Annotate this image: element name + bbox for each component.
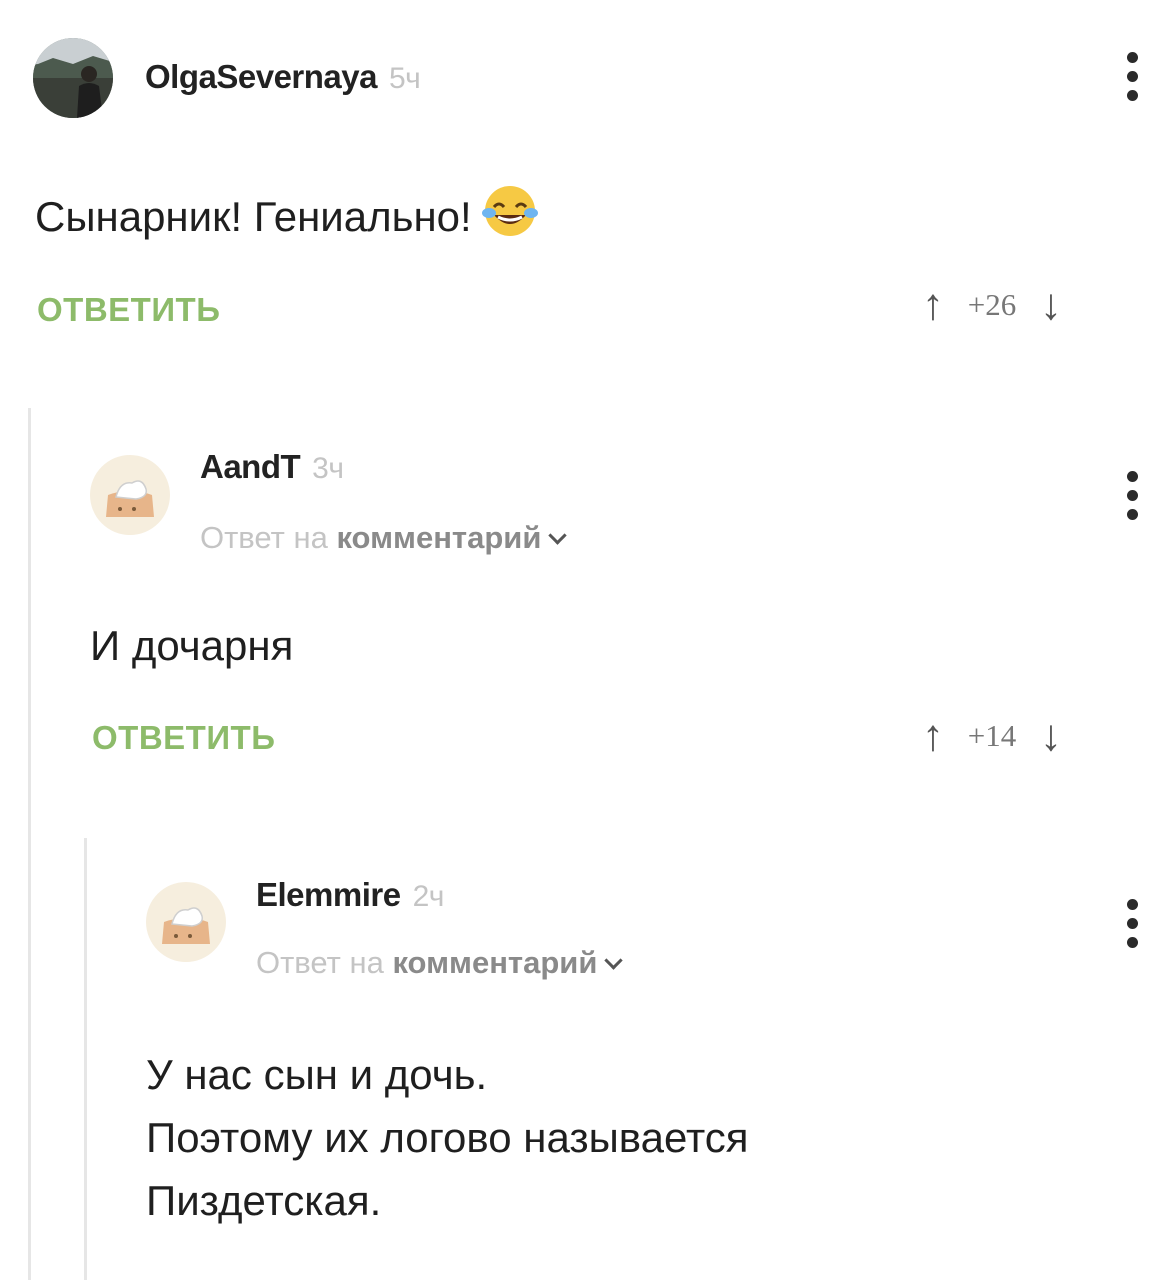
avatar[interactable] <box>90 455 170 535</box>
comment-time: 5ч <box>388 62 421 95</box>
upvote-arrow-icon[interactable]: ↑ <box>922 714 944 758</box>
comment-text: И дочарня <box>90 614 293 677</box>
author-name[interactable]: Elemmire <box>256 876 401 913</box>
more-vertical-icon[interactable] <box>1120 52 1144 101</box>
vote-controls: ↑ +14 ↓ <box>922 714 1062 758</box>
avatar-photo-icon <box>33 38 113 118</box>
comment-text: Сынарник! Гениально! <box>35 183 538 248</box>
comment-author[interactable]: OlgaSevernaya 5ч <box>145 58 421 96</box>
comment-line: Пиздетская. <box>146 1177 382 1224</box>
avatar[interactable] <box>146 882 226 962</box>
comment-line: Поэтому их логово называется <box>146 1114 749 1161</box>
chevron-down-icon[interactable] <box>548 526 568 545</box>
reply-button[interactable]: ОТВЕТИТЬ <box>92 719 275 757</box>
reply-to-prefix: Ответ на <box>200 520 328 555</box>
comment-line: Сынарник! Гениально! <box>35 193 472 240</box>
more-vertical-icon[interactable] <box>1120 471 1144 520</box>
default-avatar-icon <box>146 882 226 962</box>
vote-score: +26 <box>967 287 1017 322</box>
author-name[interactable]: AandT <box>200 448 301 485</box>
reply-to-target[interactable]: комментарий <box>392 945 597 980</box>
reply-to-prefix: Ответ на <box>256 945 384 980</box>
vote-score: +14 <box>967 718 1017 753</box>
comment-author[interactable]: AandT 3ч <box>200 448 344 486</box>
chevron-down-icon[interactable] <box>604 951 624 970</box>
downvote-arrow-icon[interactable]: ↓ <box>1040 283 1062 327</box>
comment-time: 3ч <box>312 452 344 485</box>
more-vertical-icon[interactable] <box>1120 899 1144 948</box>
reply-to-link[interactable]: Ответ на комментарий <box>256 945 624 981</box>
comment-text: У нас сын и дочь. Поэтому их логово назы… <box>146 1043 748 1232</box>
comment-time: 2ч <box>412 880 445 913</box>
reply-to-link[interactable]: Ответ на комментарий <box>200 520 568 556</box>
author-name[interactable]: OlgaSevernaya <box>145 58 377 95</box>
comment-line: И дочарня <box>90 622 294 669</box>
reply-button[interactable]: ОТВЕТИТЬ <box>37 291 220 329</box>
face-with-tears-of-joy-icon <box>481 186 538 236</box>
upvote-arrow-icon[interactable]: ↑ <box>922 283 944 327</box>
avatar[interactable] <box>33 38 113 118</box>
thread-line-level-1 <box>28 408 31 1280</box>
downvote-arrow-icon[interactable]: ↓ <box>1040 714 1062 758</box>
default-avatar-icon <box>90 455 170 535</box>
thread-line-level-2 <box>84 838 87 1280</box>
reply-to-target[interactable]: комментарий <box>336 520 541 555</box>
vote-controls: ↑ +26 ↓ <box>922 283 1062 327</box>
comment-line: У нас сын и дочь. <box>146 1051 488 1098</box>
comment-author[interactable]: Elemmire 2ч <box>256 876 444 914</box>
